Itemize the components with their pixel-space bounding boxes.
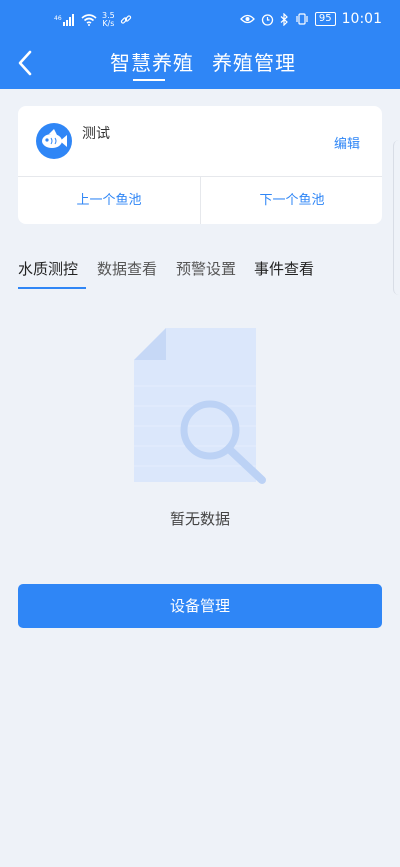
status-bar: 46 3.5 K/s 95 10:01	[0, 0, 400, 34]
eye-icon	[240, 14, 255, 24]
bluetooth-icon	[280, 12, 288, 26]
link-icon	[120, 15, 131, 24]
pond-name: 测试	[82, 126, 110, 142]
empty-document-search-icon	[132, 326, 272, 486]
tab-smart-farming[interactable]: 智慧养殖	[110, 47, 194, 76]
pond-card: 测试 编辑 上一个鱼池 下一个鱼池	[18, 106, 382, 224]
tab-farming-management[interactable]: 养殖管理	[212, 47, 296, 76]
sub-tab-bar: 水质测控 数据查看 预警设置 事件查看	[18, 258, 382, 292]
empty-state-text: 暂无数据	[169, 510, 230, 528]
tab-event-view[interactable]: 事件查看	[254, 258, 314, 279]
sub-tab-indicator	[18, 287, 86, 289]
app-header: 46 3.5 K/s 95 10:01 智慧养殖 养殖管理	[0, 0, 400, 89]
edit-pond-button[interactable]: 编辑	[334, 133, 360, 152]
pond-info-row: 测试 编辑	[18, 106, 382, 176]
svg-text:46: 46	[54, 15, 62, 22]
alarm-icon	[261, 13, 274, 26]
vibrate-icon	[296, 13, 308, 25]
status-left: 46 3.5 K/s	[54, 12, 132, 28]
tab-water-quality[interactable]: 水质测控	[18, 258, 78, 279]
next-pond-button[interactable]: 下一个鱼池	[201, 177, 383, 224]
network-speed: 3.5 K/s	[102, 12, 115, 28]
header-tabs: 智慧养殖 养殖管理	[0, 47, 400, 87]
wifi-icon	[81, 14, 97, 26]
fish-icon	[42, 129, 67, 148]
status-right: 95 10:01	[240, 11, 382, 27]
tab-data-view[interactable]: 数据查看	[97, 258, 157, 279]
battery-indicator: 95	[314, 12, 336, 26]
active-tab-indicator	[133, 79, 165, 81]
device-management-button[interactable]: 设备管理	[18, 584, 382, 628]
pond-avatar	[36, 123, 72, 159]
edge-handle	[393, 140, 400, 295]
status-time: 10:01	[341, 11, 382, 27]
tab-alert-settings[interactable]: 预警设置	[176, 258, 236, 279]
net-speed-unit: K/s	[102, 19, 115, 28]
previous-pond-button[interactable]: 上一个鱼池	[18, 177, 200, 224]
signal-icon: 46	[54, 14, 74, 26]
